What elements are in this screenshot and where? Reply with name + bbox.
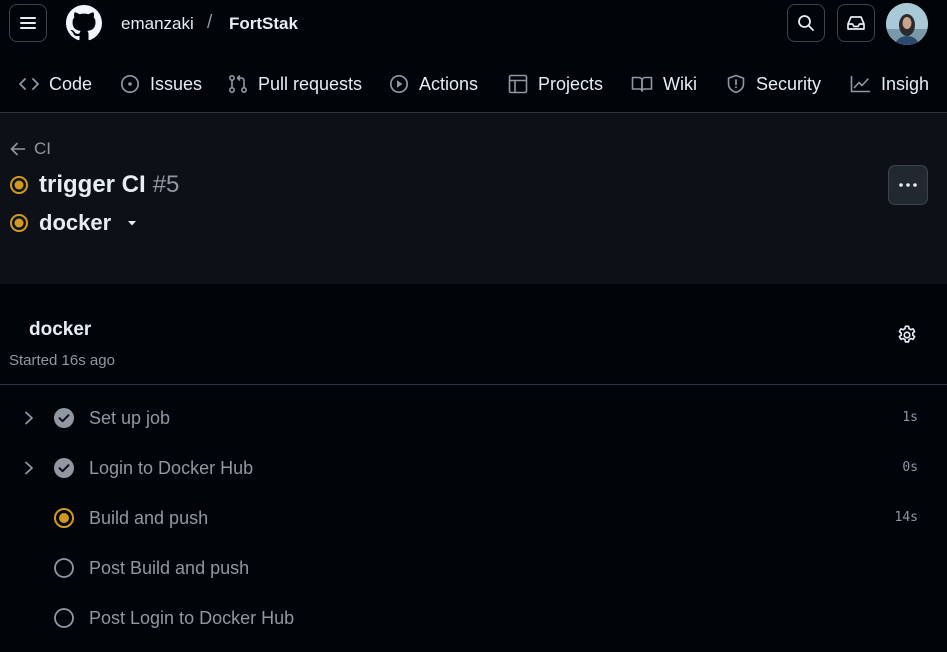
job-started-time: Started 16s ago (9, 352, 115, 369)
check-circle-fill-icon (54, 408, 74, 428)
repo-nav: Code Issues Pull requests Actions Projec… (0, 62, 947, 106)
inbox-button[interactable] (837, 4, 875, 42)
repo-name-link[interactable]: FortStak (229, 14, 298, 34)
step-label: Login to Docker Hub (89, 458, 254, 478)
back-to-workflow-link[interactable]: CI (10, 139, 51, 159)
repo-owner-link[interactable]: emanzaki (121, 14, 194, 34)
issue-opened-icon (120, 74, 140, 94)
code-icon (19, 78, 39, 90)
breadcrumb-separator: / (207, 12, 213, 33)
tab-label: Projects (538, 73, 604, 94)
job-steps-list: Set up job 1s Login to Docker Hub 0s Bui… (0, 393, 947, 643)
tab-wiki[interactable]: Wiki (631, 62, 697, 106)
search-icon (798, 15, 814, 31)
tab-security[interactable]: Security (726, 62, 821, 106)
run-title: trigger CI #5 (9, 171, 179, 199)
check-circle-fill-icon (54, 458, 74, 478)
kebab-horizontal-icon (899, 183, 917, 187)
tab-projects[interactable]: Projects (508, 62, 603, 106)
search-button[interactable] (787, 4, 825, 42)
step-post-build-and-push[interactable]: Post Build and push (0, 543, 947, 593)
step-label: Build and push (89, 508, 209, 528)
tab-actions[interactable]: Actions (389, 62, 478, 106)
avatar-image (886, 3, 928, 45)
github-logo[interactable] (66, 5, 102, 41)
inbox-icon (847, 16, 865, 30)
arrow-left-icon (10, 142, 26, 156)
job-header: docker Started 16s ago (0, 284, 947, 385)
in-progress-icon (10, 176, 28, 194)
job-selector-label: docker (39, 210, 112, 235)
step-label: Post Login to Docker Hub (89, 608, 295, 628)
step-duration: 1s (902, 410, 918, 425)
run-name: trigger CI (39, 171, 146, 198)
step-duration: 14s (894, 510, 918, 525)
job-name: docker (29, 319, 92, 340)
step-label: Post Build and push (89, 558, 250, 578)
tab-label: Actions (419, 73, 479, 94)
tab-label: Pull requests (258, 73, 363, 94)
run-number: #5 (152, 171, 180, 198)
step-login-to-docker-hub[interactable]: Login to Docker Hub 0s (0, 443, 947, 493)
step-label: Set up job (89, 408, 171, 428)
back-label: CI (34, 139, 51, 158)
user-avatar[interactable] (886, 3, 928, 45)
pending-circle-icon (54, 608, 74, 628)
run-menu-button[interactable] (888, 165, 928, 205)
run-header: CI trigger CI #5 docker (0, 113, 947, 284)
tab-issues[interactable]: Issues (120, 62, 202, 106)
tab-label: Insigh (881, 73, 930, 94)
git-pull-request-icon (228, 74, 248, 94)
step-post-login-to-docker-hub[interactable]: Post Login to Docker Hub (0, 593, 947, 643)
hamburger-icon (20, 17, 36, 29)
github-mark-icon (66, 5, 102, 41)
step-duration: 0s (902, 460, 918, 475)
tab-label: Security (756, 73, 822, 94)
play-icon (389, 74, 409, 94)
global-header: emanzaki / FortStak Code Issues Pull req… (0, 0, 947, 113)
job-settings-button[interactable] (896, 324, 918, 351)
tab-pull-requests[interactable]: Pull requests (228, 62, 362, 106)
step-build-and-push[interactable]: Build and push 14s (0, 493, 947, 543)
tab-code[interactable]: Code (19, 62, 92, 106)
triangle-down-icon (128, 221, 137, 226)
book-icon (631, 76, 653, 92)
chevron-right-icon (25, 461, 33, 475)
tab-insights[interactable]: Insigh (850, 62, 929, 106)
in-progress-icon (54, 508, 74, 528)
tab-label: Code (49, 73, 93, 94)
job-selector[interactable]: docker (9, 210, 139, 236)
shield-icon (727, 74, 745, 94)
gear-icon (898, 325, 916, 343)
tab-label: Issues (150, 73, 203, 94)
chevron-right-icon (25, 411, 33, 425)
table-icon (508, 74, 528, 94)
in-progress-icon (10, 214, 28, 232)
tab-label: Wiki (663, 73, 697, 94)
graph-icon (850, 75, 871, 93)
pending-circle-icon (54, 558, 74, 578)
step-set-up-job[interactable]: Set up job 1s (0, 393, 947, 443)
menu-button[interactable] (9, 4, 47, 42)
